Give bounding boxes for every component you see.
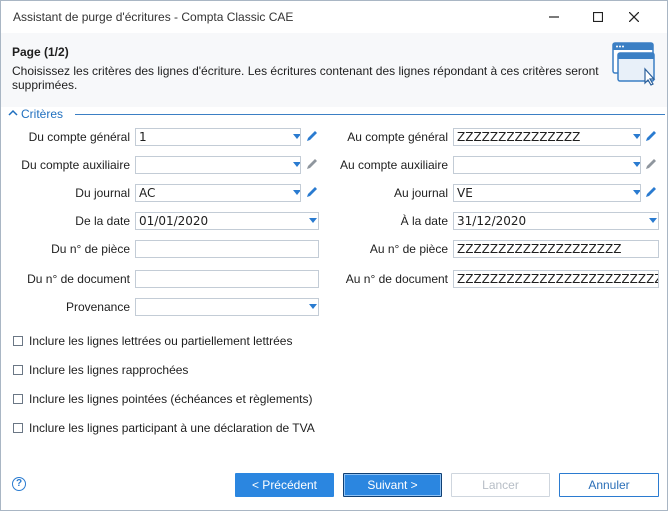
launch-button[interactable]: Lancer	[451, 473, 550, 497]
title-bar: Assistant de purge d'écritures - Compta …	[1, 1, 667, 33]
to-piece-input[interactable]: ZZZZZZZZZZZZZZZZZZZZ	[453, 240, 659, 258]
section-divider	[75, 114, 665, 115]
chevron-down-icon	[633, 162, 640, 167]
from-journal-label: Du journal	[75, 186, 130, 200]
previous-button[interactable]: < Précédent	[235, 473, 334, 497]
criteria-section-header[interactable]: Critères	[7, 106, 665, 122]
from-doc-label: Du n° de document	[27, 272, 130, 286]
from-aux-label: Du compte auxiliaire	[21, 158, 130, 172]
include-checked-checkbox[interactable]: Inclure les lignes pointées (échéances e…	[13, 391, 313, 407]
window-title: Assistant de purge d'écritures - Compta …	[13, 10, 294, 24]
chevron-down-icon	[309, 304, 317, 309]
chevron-down-icon	[293, 190, 300, 195]
close-icon	[629, 12, 639, 22]
minimize-icon	[549, 16, 559, 18]
include-reconciled-checkbox[interactable]: Inclure les lignes rapprochées	[13, 362, 188, 378]
to-journal-combo[interactable]: VE	[453, 184, 641, 202]
from-date-label: De la date	[75, 214, 130, 228]
from-piece-label: Du n° de pièce	[51, 242, 130, 256]
include-vat-checkbox[interactable]: Inclure les lignes participant à une déc…	[13, 420, 315, 436]
from-date-picker[interactable]: 01/01/2020	[135, 212, 319, 230]
edit-pencil-icon[interactable]	[305, 185, 319, 199]
minimize-button[interactable]	[537, 5, 571, 29]
to-piece-label: Au n° de pièce	[369, 242, 448, 256]
chevron-down-icon	[633, 134, 640, 139]
checkbox-box[interactable]	[13, 336, 23, 346]
cancel-button[interactable]: Annuler	[559, 473, 659, 497]
help-icon[interactable]: ?	[12, 477, 26, 491]
to-account-combo[interactable]: ZZZZZZZZZZZZZZZ	[453, 128, 641, 146]
edit-pencil-icon[interactable]	[644, 185, 658, 199]
page-title: Page (1/2)	[12, 45, 69, 59]
wizard-window-icon	[612, 42, 656, 86]
chevron-down-icon	[293, 134, 300, 139]
edit-pencil-icon	[307, 159, 317, 169]
chevron-up-icon	[8, 109, 18, 116]
to-aux-combo[interactable]	[453, 156, 641, 174]
from-journal-combo[interactable]: AC	[135, 184, 301, 202]
to-doc-label: Au n° de document	[345, 272, 448, 286]
from-aux-combo[interactable]	[135, 156, 301, 174]
edit-pencil-icon	[646, 159, 656, 169]
chevron-down-icon	[293, 162, 300, 167]
from-account-label: Du compte général	[28, 130, 130, 144]
page-description: Choisissez les critères des lignes d'écr…	[12, 64, 599, 92]
checkbox-box[interactable]	[13, 394, 23, 404]
maximize-button[interactable]	[581, 5, 615, 29]
page-header: Page (1/2) Choisissez les critères des l…	[1, 33, 667, 107]
edit-pencil-icon[interactable]	[644, 129, 658, 143]
include-lettered-checkbox[interactable]: Inclure les lignes lettrées ou partielle…	[13, 333, 292, 349]
checkbox-box[interactable]	[13, 423, 23, 433]
from-account-combo[interactable]: 1	[135, 128, 301, 146]
wizard-window: Assistant de purge d'écritures - Compta …	[0, 0, 668, 511]
close-button[interactable]	[617, 5, 651, 29]
checkbox-box[interactable]	[13, 365, 23, 375]
chevron-down-icon	[649, 218, 657, 223]
from-piece-input[interactable]	[135, 240, 319, 258]
chevron-down-icon	[309, 218, 317, 223]
origin-label: Provenance	[65, 300, 130, 314]
origin-combo[interactable]	[135, 298, 319, 316]
from-doc-input[interactable]	[135, 270, 319, 288]
edit-pencil-icon[interactable]	[305, 129, 319, 143]
chevron-down-icon	[633, 190, 640, 195]
to-doc-input[interactable]: ZZZZZZZZZZZZZZZZZZZZZZZZZZZZZZ	[453, 270, 659, 288]
to-journal-label: Au journal	[393, 186, 448, 200]
maximize-icon	[593, 12, 603, 22]
to-account-label: Au compte général	[347, 130, 448, 144]
to-date-label: À la date	[400, 214, 448, 228]
section-label: Critères	[21, 107, 64, 121]
to-aux-label: Au compte auxiliaire	[339, 158, 448, 172]
next-button[interactable]: Suivant >	[343, 473, 442, 497]
to-date-picker[interactable]: 31/12/2020	[453, 212, 659, 230]
